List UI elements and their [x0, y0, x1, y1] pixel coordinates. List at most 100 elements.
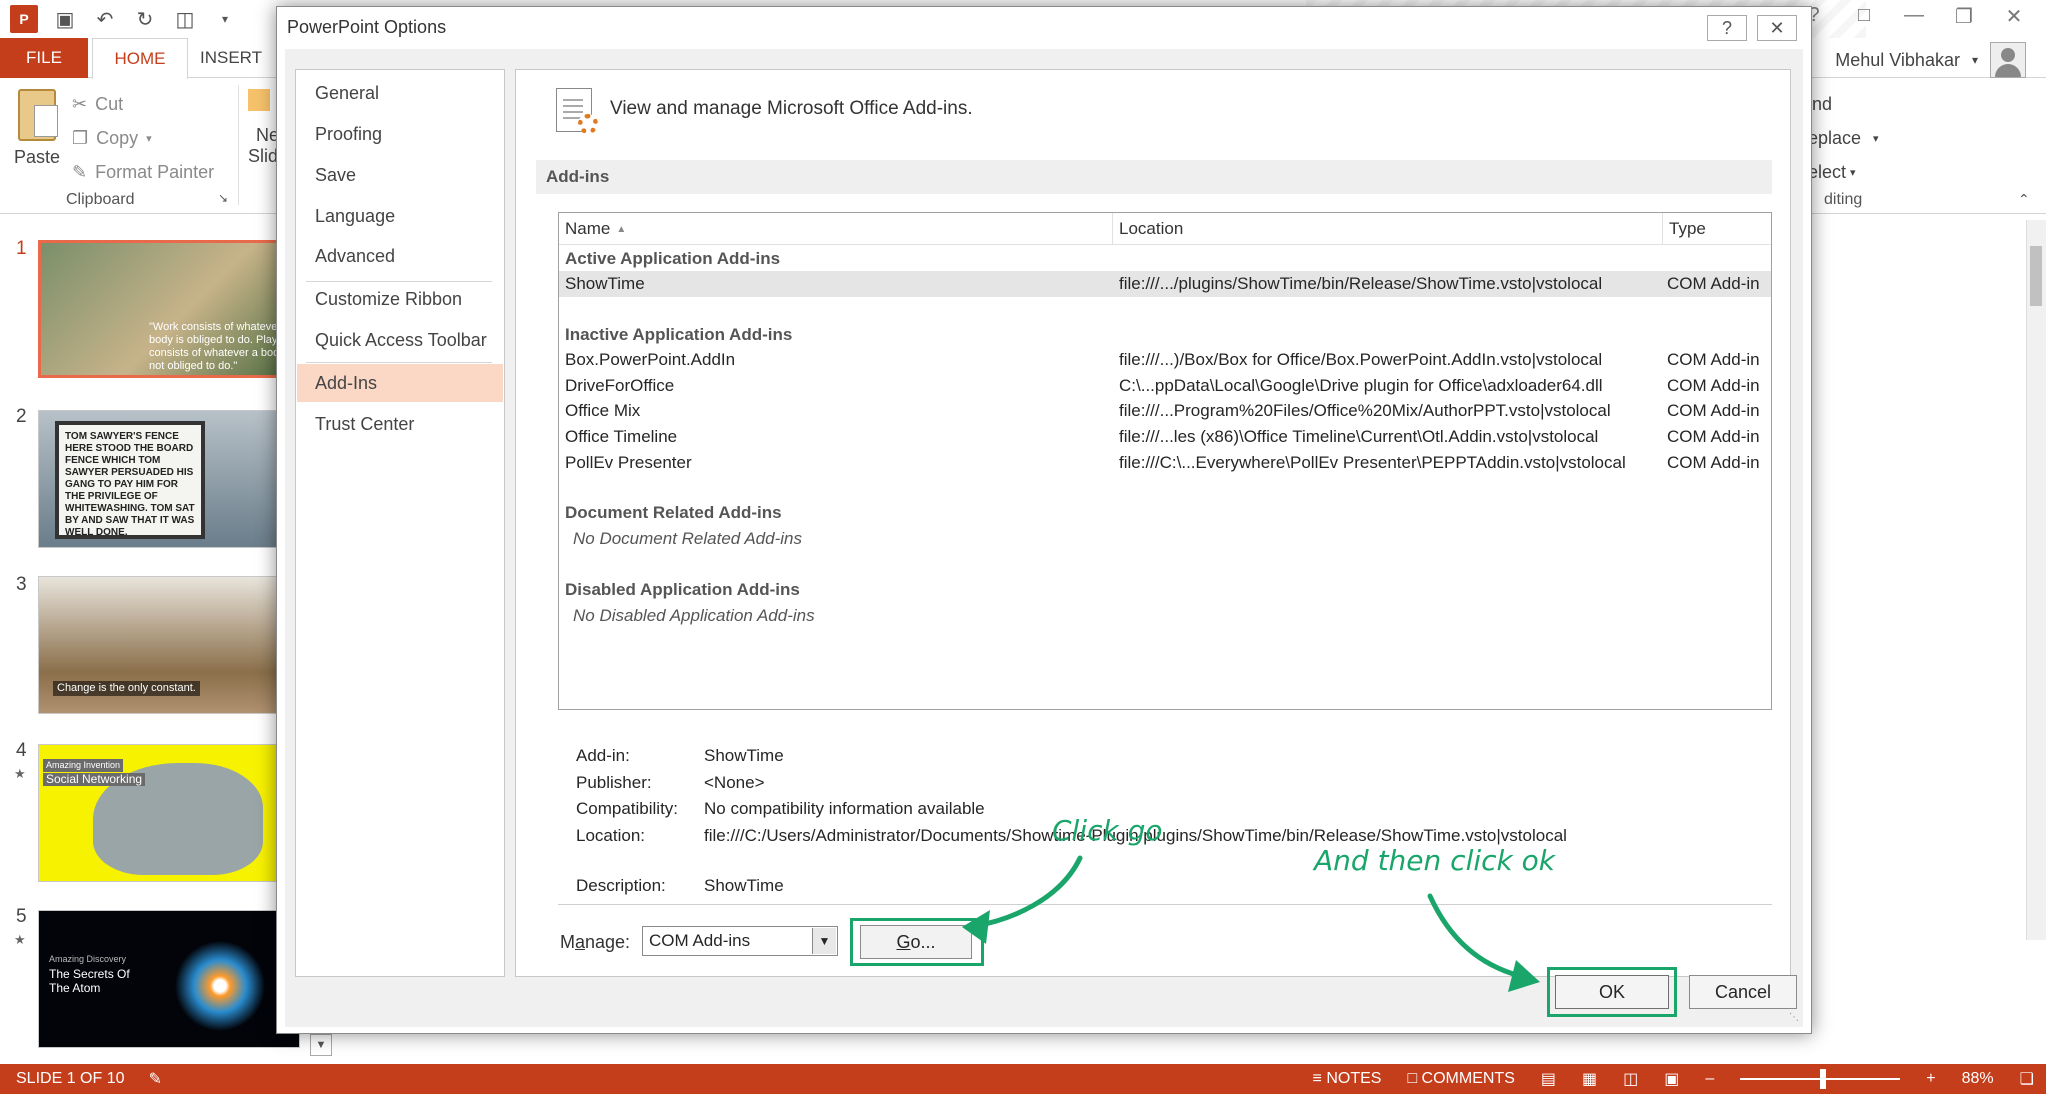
detail-value: <None> — [704, 773, 765, 792]
copy-button[interactable]: ❐ Copy ▾ — [72, 121, 214, 155]
addin-type: COM Add-in — [1667, 350, 1760, 369]
slide-thumbnail-5[interactable]: Amazing Discovery The Secrets Of The Ato… — [38, 910, 300, 1048]
table-row[interactable]: Office Timeline file:///...les (x86)\Off… — [559, 424, 1771, 450]
spellcheck-icon[interactable]: ✎ — [149, 1069, 162, 1089]
zoom-out-icon[interactable]: – — [1705, 1070, 1714, 1088]
copy-icon: ❐ — [72, 127, 89, 148]
close-icon[interactable]: ✕ — [2000, 4, 2028, 29]
normal-view-icon[interactable]: ▤ — [1541, 1069, 1556, 1089]
go-button[interactable]: Go... — [860, 925, 972, 959]
close-button[interactable]: ✕ — [1757, 15, 1797, 41]
select-button[interactable]: elect ▾ — [1808, 155, 1879, 189]
slide-thumbnail-3[interactable]: Change is the only constant. — [38, 576, 300, 714]
table-row[interactable]: ShowTime file:///.../plugins/ShowTime/bi… — [559, 271, 1771, 297]
cancel-button[interactable]: Cancel — [1689, 975, 1797, 1009]
detail-label: Location: — [576, 826, 645, 845]
add-ins-list[interactable]: Name ▲ Location Type Active Application A… — [558, 212, 1772, 710]
table-row[interactable]: Box.PowerPoint.AddIn file:///...)/Box/Bo… — [559, 347, 1771, 373]
detail-label: Compatibility: — [576, 799, 679, 818]
addin-name: Box.PowerPoint.AddIn — [565, 350, 736, 369]
scrollbar-thumb[interactable] — [2030, 246, 2042, 306]
nav-item-save[interactable]: Save — [297, 156, 503, 194]
slide-thumbnail-2[interactable]: TOM SAWYER'S FENCE HERE STOOD THE BOARD … — [38, 410, 300, 548]
comments-label: COMMENTS — [1421, 1070, 1515, 1087]
select-label: elect — [1808, 161, 1847, 182]
table-row[interactable]: PollEv Presenter file:///C:\...Everywher… — [559, 450, 1771, 476]
category-document: Document Related Add-ins — [565, 503, 782, 522]
slide-thumbnails-pane: 1 "Work consists of whatever a body is o… — [0, 216, 332, 1066]
fit-slide-icon[interactable]: ❏ — [2020, 1069, 2034, 1089]
powerpoint-logo-icon: P — [10, 5, 38, 33]
nav-item-language[interactable]: Language — [297, 197, 503, 235]
slide-number: 3 — [16, 574, 27, 595]
chevron-down-icon[interactable]: ▼ — [812, 928, 836, 954]
nav-item-general[interactable]: General — [297, 74, 503, 112]
nav-item-quick-access-toolbar[interactable]: Quick Access Toolbar — [297, 321, 503, 359]
restore-icon[interactable]: ❐ — [1950, 4, 1978, 29]
avatar — [1990, 42, 2026, 78]
slide-number: 1 — [16, 238, 27, 259]
table-row[interactable]: Office Mix file:///...Program%20Files/Of… — [559, 398, 1771, 424]
slide-scrollbar[interactable] — [2026, 220, 2046, 940]
replace-button[interactable]: eplace ▾ — [1808, 121, 1879, 155]
cut-button[interactable]: ✂ Cut — [72, 87, 214, 121]
help-button[interactable]: ? — [1707, 15, 1747, 41]
new-slide-icon — [248, 89, 270, 111]
zoom-level[interactable]: 88% — [1962, 1070, 1994, 1088]
reading-view-icon[interactable]: ◫ — [1623, 1069, 1638, 1089]
find-button[interactable]: ind — [1808, 87, 1879, 121]
redo-icon[interactable]: ↻ — [132, 6, 158, 32]
new-slide-button[interactable]: Ne Slid — [248, 89, 279, 167]
paste-button[interactable]: Paste — [12, 89, 62, 168]
user-account[interactable]: Mehul Vibhakar ▾ — [1835, 42, 2026, 78]
annotation-click-ok: And then click ok — [1314, 844, 1555, 877]
ok-button[interactable]: OK — [1555, 975, 1669, 1009]
zoom-in-icon[interactable]: + — [1926, 1070, 1935, 1088]
notes-button[interactable]: ≡ NOTES — [1313, 1070, 1382, 1088]
detail-label: Description: — [576, 876, 666, 895]
column-header-location[interactable]: Location — [1113, 213, 1663, 245]
addin-location: file:///C:\...Everywhere\PollEv Presente… — [1119, 453, 1626, 472]
category-inactive: Inactive Application Add-ins — [565, 325, 793, 344]
nav-item-proofing[interactable]: Proofing — [297, 115, 503, 153]
paintbrush-icon: ✎ — [72, 161, 88, 182]
clipboard-items: ✂ Cut ❐ Copy ▾ ✎ Format Painter — [72, 87, 214, 189]
slide-sorter-icon[interactable]: ▦ — [1582, 1069, 1597, 1089]
table-row[interactable]: DriveForOffice C:\...ppData\Local\Google… — [559, 373, 1771, 399]
undo-icon[interactable]: ↶ — [92, 6, 118, 32]
start-slideshow-icon[interactable]: ◫ — [172, 6, 198, 32]
comments-button[interactable]: □ COMMENTS — [1407, 1070, 1514, 1088]
manage-divider — [558, 904, 1772, 905]
nav-item-add-ins[interactable]: Add-Ins — [297, 364, 503, 402]
slideshow-view-icon[interactable]: ▣ — [1664, 1069, 1679, 1089]
zoom-slider[interactable] — [1740, 1069, 1901, 1089]
scroll-down-icon[interactable]: ▼ — [310, 1034, 332, 1056]
dialog-launcher-icon[interactable]: ↘ — [218, 191, 228, 205]
cut-label: Cut — [95, 93, 124, 114]
tab-file[interactable]: FILE — [0, 38, 88, 78]
slide-thumbnail-1[interactable]: "Work consists of whatever a body is obl… — [38, 240, 300, 378]
quick-access-toolbar: P ▣ ↶ ↻ ◫ ▾ — [10, 4, 238, 34]
slide-number: 2 — [16, 406, 27, 427]
zoom-slider-knob[interactable] — [1820, 1069, 1827, 1089]
paste-label: Paste — [13, 147, 61, 167]
format-painter-button[interactable]: ✎ Format Painter — [72, 155, 214, 189]
nav-item-trust-center[interactable]: Trust Center — [297, 405, 503, 443]
minimize-icon[interactable]: — — [1900, 4, 1928, 29]
nav-item-customize-ribbon[interactable]: Customize Ribbon — [297, 280, 503, 318]
slide-thumbnail-4[interactable]: Amazing Invention Social Networking — [38, 744, 300, 882]
tab-insert[interactable]: INSERT — [200, 38, 262, 78]
annotation-click-go: Click go — [1052, 814, 1163, 847]
manage-dropdown[interactable]: COM Add-ins ▼ — [642, 926, 838, 956]
addin-name: Office Mix — [565, 401, 641, 420]
customize-qat-icon[interactable]: ▾ — [212, 6, 238, 32]
resize-grip-icon[interactable]: ⋱ — [1789, 1012, 1799, 1023]
save-icon[interactable]: ▣ — [52, 6, 78, 32]
nav-item-advanced[interactable]: Advanced — [297, 237, 503, 275]
slide-4-title: Social Networking — [43, 773, 146, 786]
tab-home[interactable]: HOME — [92, 38, 188, 79]
ribbon-display-icon[interactable]: □ — [1850, 4, 1878, 29]
column-header-name[interactable]: Name ▲ — [559, 213, 1113, 245]
collapse-ribbon-icon[interactable]: ⌃ — [2018, 191, 2030, 208]
column-header-type[interactable]: Type — [1663, 213, 1771, 245]
